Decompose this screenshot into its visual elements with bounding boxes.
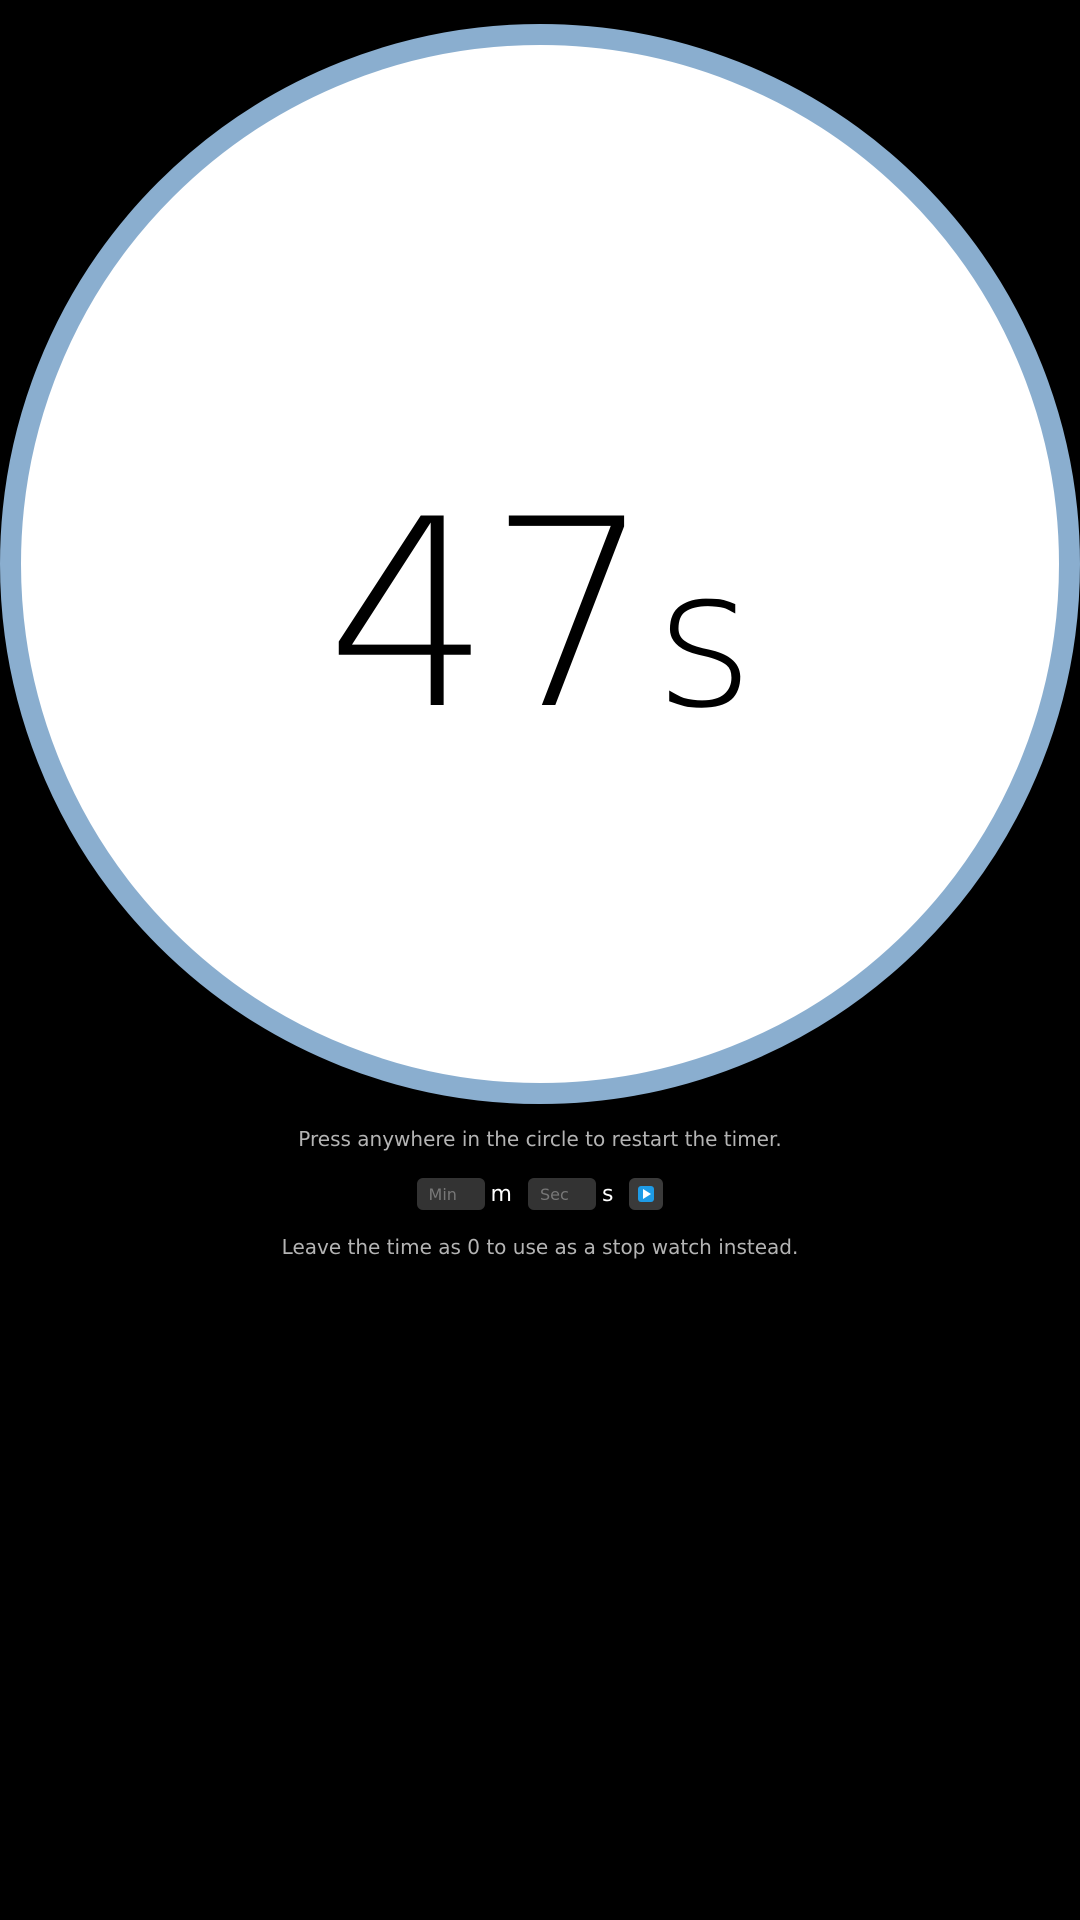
seconds-unit-label: s xyxy=(601,1181,614,1207)
timer-value: 47 xyxy=(326,465,653,767)
timer-page: 47s Press anywhere in the circle to rest… xyxy=(0,0,1080,1920)
timer-circle[interactable]: 47s xyxy=(0,24,1080,1104)
timer-unit: s xyxy=(654,529,754,750)
start-button[interactable] xyxy=(629,1178,664,1210)
minutes-input[interactable] xyxy=(416,1178,485,1210)
seconds-input[interactable] xyxy=(527,1178,596,1210)
timer-readout: 47s xyxy=(21,465,1059,767)
minutes-unit-label: m xyxy=(490,1181,512,1207)
timer-controls: m s xyxy=(0,1178,1080,1210)
stopwatch-hint: Leave the time as 0 to use as a stop wat… xyxy=(281,1235,799,1259)
play-icon xyxy=(638,1186,655,1202)
restart-hint: Press anywhere in the circle to restart … xyxy=(298,1127,782,1151)
